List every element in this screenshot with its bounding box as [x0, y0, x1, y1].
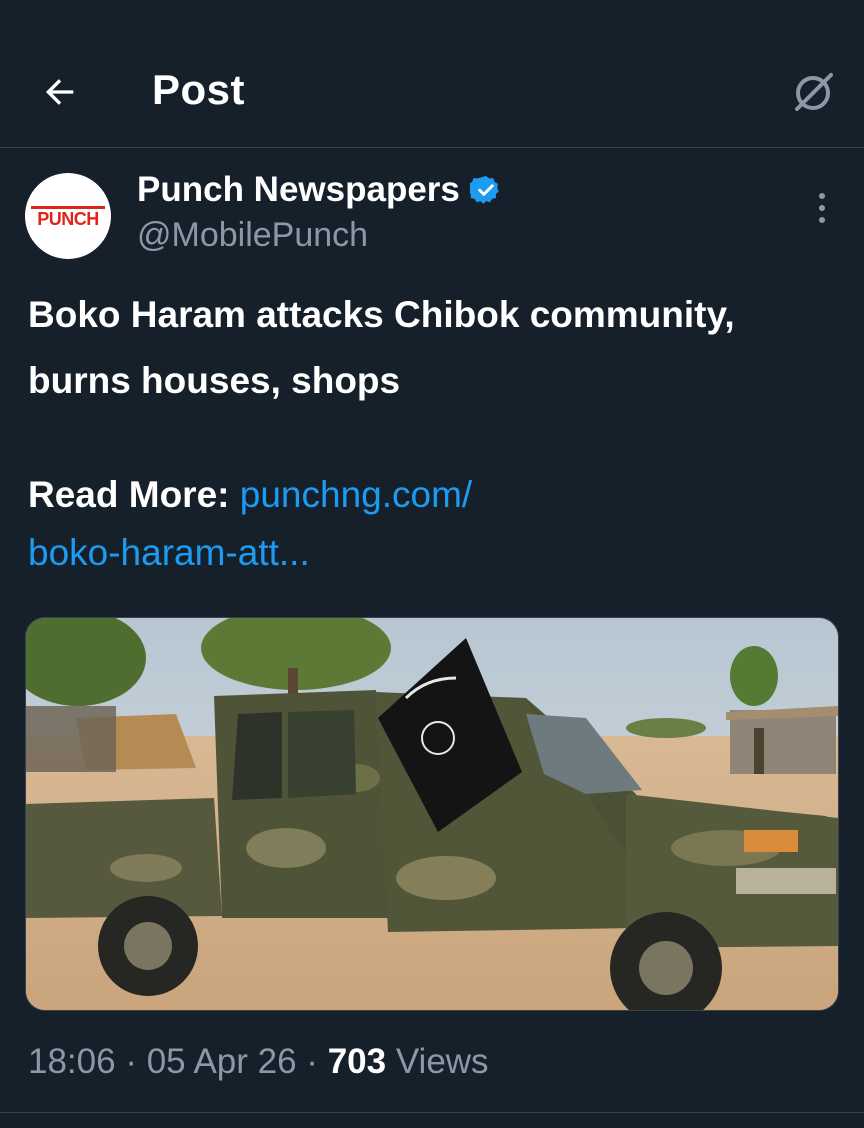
more-options-button[interactable]: [804, 188, 840, 228]
top-bar: Post: [0, 0, 864, 148]
post-date: 05 Apr 26: [146, 1042, 297, 1081]
read-more-line: Read More: punchng.com/boko-haram-att...: [28, 466, 828, 582]
article-link-part1: punchng.com/: [239, 474, 473, 515]
back-button[interactable]: [28, 60, 92, 124]
svg-text:PUNCH: PUNCH: [37, 209, 99, 229]
arrow-left-icon: [46, 79, 74, 105]
article-link-part2: boko-haram-att...: [28, 532, 310, 573]
author-name[interactable]: Punch Newspapers: [137, 170, 502, 210]
more-vertical-icon: [819, 193, 825, 223]
verified-badge-icon: [469, 174, 502, 206]
divider: [0, 1112, 864, 1113]
author-handle[interactable]: @MobilePunch: [137, 216, 368, 255]
read-more-label: Read More:: [28, 474, 230, 515]
page-title: Post: [152, 66, 246, 113]
author-name-text: Punch Newspapers: [137, 170, 460, 209]
punch-logo: PUNCH: [31, 206, 105, 229]
post-time: 18:06: [28, 1042, 116, 1081]
views-count: 703: [327, 1042, 387, 1081]
post-text: Boko Haram attacks Chibok community, bur…: [28, 294, 735, 401]
news-photo: [26, 618, 838, 1010]
grok-icon: [795, 73, 833, 111]
avatar[interactable]: PUNCH: [25, 173, 111, 259]
post-image[interactable]: [25, 617, 839, 1011]
grok-button[interactable]: [784, 64, 842, 122]
post-metadata: 18:06 · 05 Apr 26 · 703 Views: [28, 1042, 489, 1081]
views-label: Views: [395, 1042, 489, 1081]
